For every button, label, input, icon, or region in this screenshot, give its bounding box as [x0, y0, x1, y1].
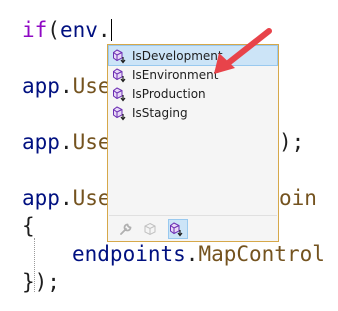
app-variable: app	[22, 74, 60, 98]
completion-item-isstaging[interactable]: IsStaging	[109, 103, 277, 122]
env-variable: env	[59, 18, 98, 42]
completion-item-isproduction[interactable]: IsProduction	[109, 84, 277, 103]
code-line-2: app.Use	[22, 74, 111, 98]
wrench-filter-icon[interactable]	[117, 220, 135, 238]
annotation-arrow	[214, 28, 272, 74]
open-paren: (	[47, 18, 60, 42]
completion-filter-bar	[109, 215, 277, 240]
extension-method-filter-icon[interactable]	[168, 219, 188, 239]
code-line-7: });	[22, 270, 60, 294]
cube-filter-icon[interactable]	[141, 220, 159, 238]
extension-method-icon	[113, 86, 129, 102]
if-keyword: if	[22, 18, 48, 42]
member-dot: .	[59, 74, 73, 98]
member-dot: .	[59, 130, 73, 154]
extension-method-icon	[113, 67, 129, 83]
extension-method-icon	[113, 48, 129, 64]
member-dot: .	[59, 186, 73, 210]
member-dot: .	[97, 18, 111, 42]
text-caret	[110, 19, 112, 41]
app-variable: app	[22, 130, 60, 154]
code-line-4-tail: oin	[279, 186, 317, 210]
code-line-6: endpoints.MapControl	[72, 242, 325, 266]
code-line-3: app.Use	[22, 130, 111, 154]
use-method: Use	[72, 74, 111, 98]
completion-item-label: IsProduction	[132, 86, 206, 101]
completion-item-label: IsStaging	[132, 105, 188, 120]
extension-method-icon	[113, 105, 129, 121]
app-variable: app	[22, 186, 60, 210]
use-method: Use	[72, 130, 111, 154]
map-controllers-method: MapControl	[198, 242, 325, 266]
code-line-4: app.Use	[22, 186, 111, 210]
code-line-1: if(env.	[22, 18, 112, 42]
code-line-5: {	[22, 214, 35, 238]
endpoints-variable: endpoints	[72, 242, 186, 266]
code-line-3-tail: );	[279, 130, 305, 154]
member-dot: .	[185, 242, 199, 266]
use-method: Use	[72, 186, 111, 210]
